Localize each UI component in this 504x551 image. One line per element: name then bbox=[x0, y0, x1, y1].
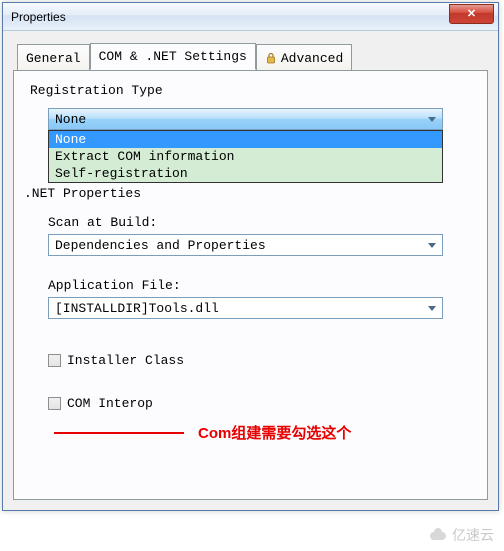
properties-window: Properties ✕ General COM & .NET Settings… bbox=[2, 2, 499, 511]
dropdown-arrow-icon bbox=[423, 237, 440, 253]
registration-type-display[interactable]: None bbox=[48, 108, 443, 130]
tab-general-label: General bbox=[26, 51, 81, 66]
application-file-value: [INSTALLDIR]Tools.dll bbox=[55, 301, 219, 316]
installer-class-label: Installer Class bbox=[67, 353, 184, 368]
tab-com-net-label: COM & .NET Settings bbox=[99, 49, 247, 64]
annotation-text: Com组建需要勾选这个 bbox=[198, 422, 351, 443]
dropdown-arrow-icon bbox=[423, 300, 440, 316]
com-interop-row: COM Interop bbox=[48, 396, 471, 411]
tabstrip: General COM & .NET Settings Advanced bbox=[3, 31, 498, 70]
com-interop-label: COM Interop bbox=[67, 396, 153, 411]
annotation-underline bbox=[54, 432, 184, 434]
application-file-combo[interactable]: [INSTALLDIR]Tools.dll bbox=[48, 297, 443, 319]
close-button[interactable]: ✕ bbox=[449, 4, 494, 24]
application-file-label: Application File: bbox=[48, 278, 471, 293]
close-icon: ✕ bbox=[467, 7, 476, 20]
tab-advanced-label: Advanced bbox=[281, 51, 343, 66]
watermark: 亿速云 bbox=[428, 525, 494, 545]
watermark-text: 亿速云 bbox=[452, 525, 494, 545]
tab-com-net[interactable]: COM & .NET Settings bbox=[90, 43, 256, 70]
window-title: Properties bbox=[11, 10, 66, 24]
installer-class-checkbox[interactable] bbox=[48, 354, 61, 367]
scan-at-build-value: Dependencies and Properties bbox=[55, 238, 266, 253]
titlebar: Properties ✕ bbox=[3, 3, 498, 31]
tab-panel: Registration Type None None Extract COM … bbox=[13, 70, 488, 500]
cloud-icon bbox=[428, 528, 448, 542]
installer-class-row: Installer Class bbox=[48, 353, 471, 368]
dropdown-item-none[interactable]: None bbox=[49, 131, 442, 148]
registration-type-label: Registration Type bbox=[30, 83, 471, 98]
tab-general[interactable]: General bbox=[17, 44, 90, 71]
registration-type-value: None bbox=[55, 112, 86, 127]
scan-at-build-combo[interactable]: Dependencies and Properties bbox=[48, 234, 443, 256]
com-interop-checkbox[interactable] bbox=[48, 397, 61, 410]
scan-at-build-label: Scan at Build: bbox=[48, 215, 471, 230]
dropdown-arrow-icon bbox=[423, 111, 440, 127]
lock-icon bbox=[265, 52, 277, 64]
dropdown-item-selfreg[interactable]: Self-registration bbox=[49, 165, 442, 182]
registration-type-dropdown: None Extract COM information Self-regist… bbox=[48, 130, 443, 183]
dropdown-item-extract[interactable]: Extract COM information bbox=[49, 148, 442, 165]
application-file-display[interactable]: [INSTALLDIR]Tools.dll bbox=[48, 297, 443, 319]
scan-at-build-display[interactable]: Dependencies and Properties bbox=[48, 234, 443, 256]
net-properties-label: .NET Properties bbox=[24, 186, 471, 201]
tab-advanced[interactable]: Advanced bbox=[256, 44, 352, 71]
registration-type-combo[interactable]: None None Extract COM information Self-r… bbox=[48, 108, 443, 130]
